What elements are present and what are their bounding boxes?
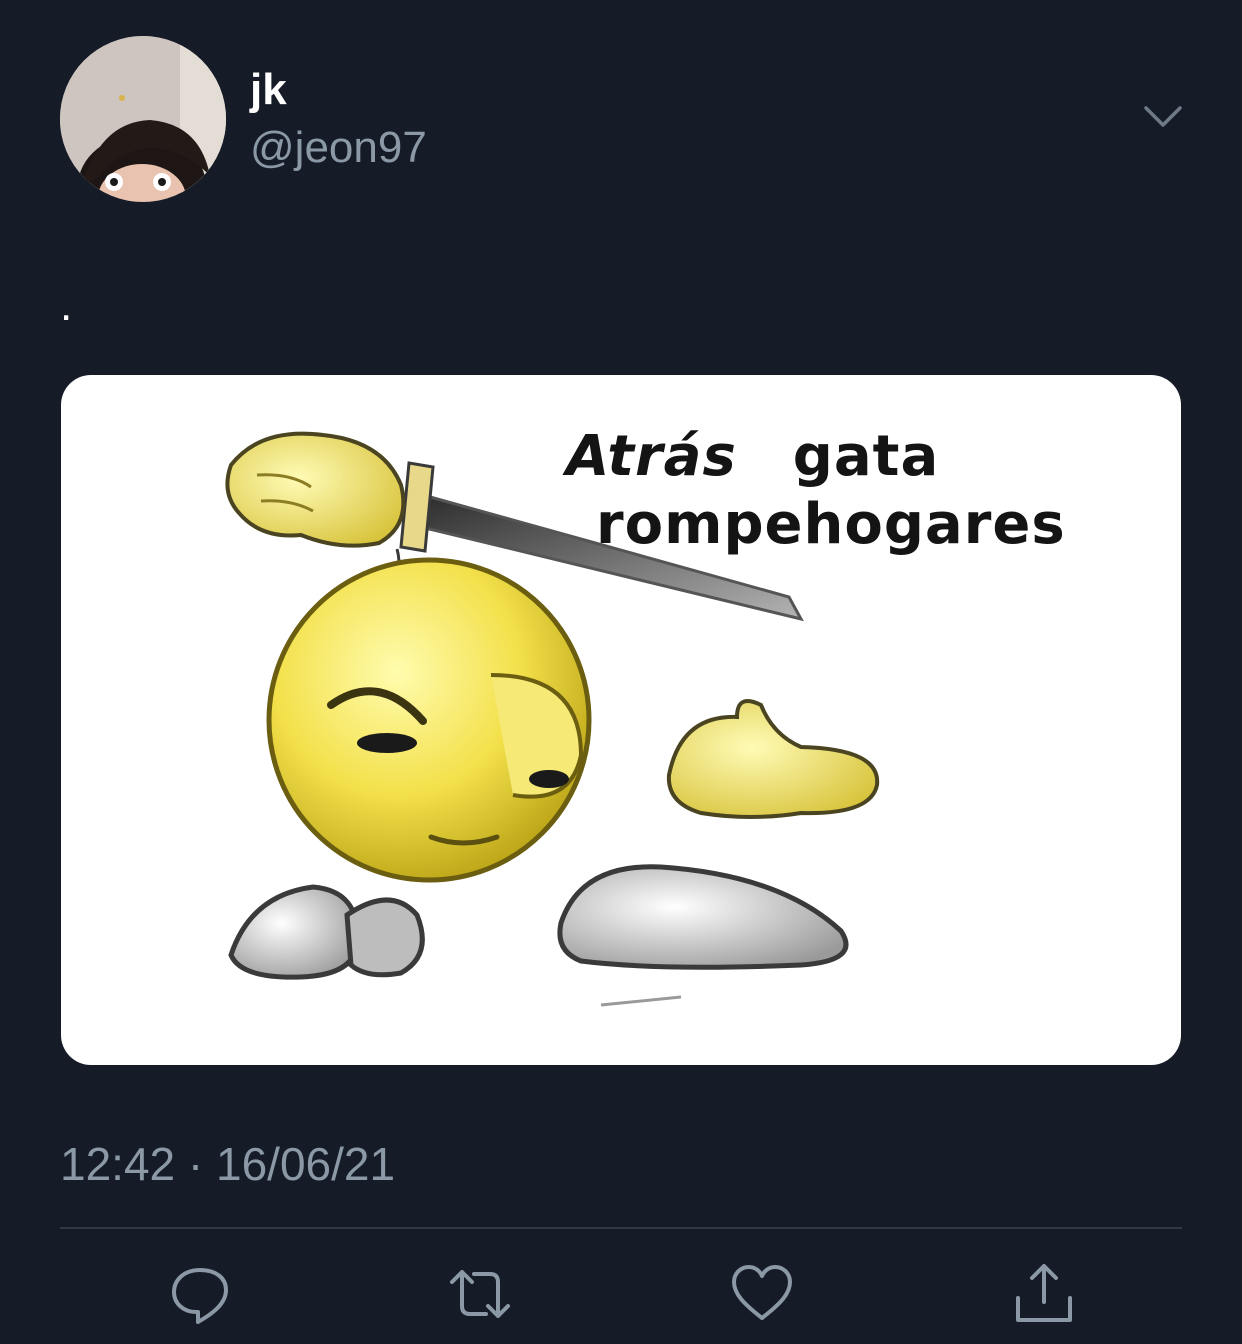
author-display-name[interactable]: jk: [250, 64, 287, 116]
author-handle[interactable]: @jeon97: [250, 122, 427, 174]
tweet-timestamp[interactable]: 12:42 · 16/06/21: [60, 1136, 395, 1192]
tweet-detail: jk @jeon97 . Atrás gata rompehogares 12:…: [0, 0, 1242, 1344]
tweet-media-image[interactable]: Atrás gata rompehogares: [61, 375, 1181, 1065]
divider: [60, 1227, 1182, 1229]
reply-icon: [172, 1268, 228, 1324]
share-button[interactable]: [1012, 1262, 1076, 1326]
retweet-button[interactable]: [448, 1262, 512, 1326]
tweet-text: .: [60, 281, 73, 330]
meme-caption-word: Atrás: [566, 424, 737, 489]
reply-button[interactable]: [168, 1262, 232, 1326]
share-icon: [1016, 1264, 1072, 1322]
retweet-icon: [450, 1270, 510, 1318]
meme-caption-word: gata: [792, 424, 940, 489]
meme-caption-line: rompehogares: [596, 492, 1066, 557]
avatar[interactable]: [60, 36, 226, 202]
chevron-down-icon[interactable]: [1140, 98, 1186, 138]
like-button[interactable]: [730, 1262, 794, 1326]
like-icon: [732, 1265, 792, 1320]
meme-caption: Atrás gata rompehogares: [566, 423, 1166, 559]
